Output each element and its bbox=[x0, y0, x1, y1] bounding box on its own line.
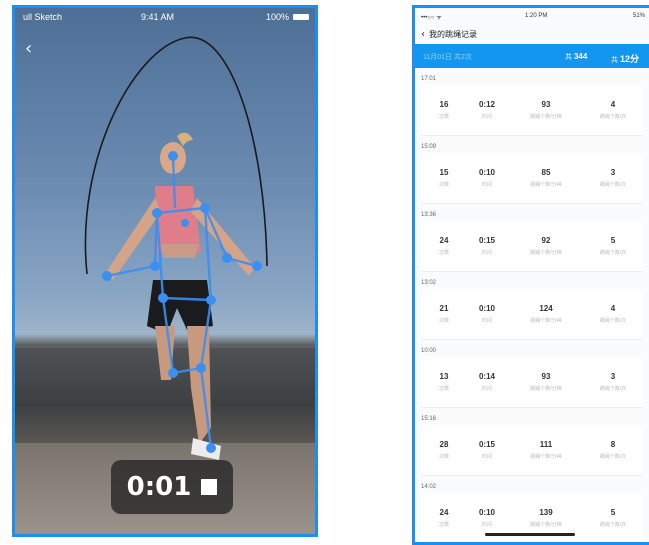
joint-knee-right bbox=[196, 363, 206, 373]
joint-shoulder-left bbox=[152, 208, 162, 218]
record-section: 17:01 16 次数 0:12 时间 93 跳绳个数/分钟 4 跳绳个数/次 bbox=[415, 68, 649, 136]
cell-per-jump: 4 跳绳个数/次 bbox=[599, 304, 627, 324]
section-time: 13:02 bbox=[421, 280, 437, 286]
record-row[interactable]: 16 次数 0:12 时间 93 跳绳个数/分钟 4 跳绳个数/次 bbox=[421, 85, 643, 136]
cell-duration: 0:15 时间 bbox=[478, 236, 495, 256]
cell-rate: 92 跳绳个数/分钟 bbox=[530, 236, 562, 256]
record-section: 13:36 24 次数 0:15 时间 92 跳绳个数/分钟 5 跳绳个数/次 bbox=[415, 204, 649, 272]
cell-duration: 0:14 时间 bbox=[478, 372, 495, 392]
cell-duration: 0:10 时间 bbox=[478, 168, 495, 188]
page-title: 我的跳绳记录 bbox=[429, 29, 477, 39]
record-section: 15:09 15 次数 0:10 时间 85 跳绳个数/分钟 3 跳绳个数/次 bbox=[415, 136, 649, 204]
stop-icon[interactable] bbox=[201, 479, 218, 495]
chevron-left-icon[interactable]: ‹ bbox=[421, 29, 425, 40]
joint-head bbox=[168, 151, 178, 161]
nav-bar: ‹ 我的跳绳记录 bbox=[415, 24, 649, 44]
joint-hip-left bbox=[158, 293, 168, 303]
record-row[interactable]: 28 次数 0:15 时间 111 跳绳个数/分钟 8 跳绳个数/次 bbox=[421, 425, 643, 476]
athlete-figure bbox=[105, 132, 255, 460]
record-section: 10:00 13 次数 0:14 时间 93 跳绳个数/分钟 3 跳绳个数/次 bbox=[415, 340, 649, 408]
summary-total-count: 共 344 bbox=[565, 52, 588, 61]
record-row[interactable]: 21 次数 0:10 时间 124 跳绳个数/分钟 4 跳绳个数/次 bbox=[421, 289, 643, 340]
cell-count: 28 次数 bbox=[438, 440, 449, 460]
cell-rate: 85 跳绳个数/分钟 bbox=[530, 168, 562, 188]
joint-wrist-right bbox=[252, 261, 262, 271]
record-row[interactable]: 24 次数 0:10 时间 139 跳绳个数/分钟 5 跳绳个数/次 bbox=[421, 493, 643, 542]
cell-rate: 93 跳绳个数/分钟 bbox=[530, 100, 562, 120]
joint-shoulder-right bbox=[200, 203, 210, 213]
cell-rate: 124 跳绳个数/分钟 bbox=[530, 304, 562, 324]
pose-skeleton-overlay bbox=[84, 36, 268, 460]
elapsed-time: 0:01 bbox=[126, 472, 192, 502]
cell-duration: 0:10 时间 bbox=[478, 508, 495, 528]
joint-elbow-right bbox=[222, 253, 232, 263]
section-time: 14:02 bbox=[421, 484, 437, 490]
cell-per-jump: 5 跳绳个数/次 bbox=[599, 508, 627, 528]
cell-per-jump: 4 跳绳个数/次 bbox=[599, 100, 627, 120]
section-time: 17:01 bbox=[421, 76, 437, 82]
record-section: 13:02 21 次数 0:10 时间 124 跳绳个数/分钟 4 跳绳个数/次 bbox=[415, 272, 649, 340]
right-phone-screen: •••○○ ᯤ 1:20 PM 51% ‹ 我的跳绳记录 11月01日 共2次 … bbox=[412, 5, 649, 545]
cell-count: 15 次数 bbox=[438, 168, 449, 188]
cell-count: 13 次数 bbox=[438, 372, 449, 392]
cell-per-jump: 3 跳绳个数/次 bbox=[599, 372, 627, 392]
battery-percent: 51% bbox=[632, 13, 645, 19]
cell-duration: 0:15 时间 bbox=[478, 440, 495, 460]
cell-count: 24 次数 bbox=[438, 236, 449, 256]
timer-pill[interactable]: 0:01 bbox=[111, 460, 233, 514]
record-row[interactable]: 13 次数 0:14 时间 93 跳绳个数/分钟 3 跳绳个数/次 bbox=[421, 357, 643, 408]
section-time: 15:16 bbox=[421, 416, 437, 422]
record-list: 17:01 16 次数 0:12 时间 93 跳绳个数/分钟 4 跳绳个数/次 15:0… bbox=[415, 68, 649, 542]
record-row[interactable]: 24 次数 0:15 时间 92 跳绳个数/分钟 5 跳绳个数/次 bbox=[421, 221, 643, 272]
record-row[interactable]: 15 次数 0:10 时间 85 跳绳个数/分钟 3 跳绳个数/次 bbox=[421, 153, 643, 204]
carrier-label: •••○○ ᯤ bbox=[421, 15, 442, 21]
section-time: 13:36 bbox=[421, 212, 437, 218]
record-section: 15:16 28 次数 0:15 时间 111 跳绳个数/分钟 8 跳绳个数/次 bbox=[415, 408, 649, 476]
status-bar: •••○○ ᯤ 1:20 PM 51% bbox=[415, 8, 649, 24]
cell-count: 21 次数 bbox=[438, 304, 449, 324]
cell-per-jump: 8 跳绳个数/次 bbox=[599, 440, 627, 460]
joint-wrist-left bbox=[102, 271, 112, 281]
cell-count: 24 次数 bbox=[438, 508, 449, 528]
joint-ankle-right bbox=[206, 443, 216, 453]
status-time: 1:20 PM bbox=[525, 13, 548, 19]
joint-knee-left bbox=[168, 368, 178, 378]
cell-per-jump: 3 跳绳个数/次 bbox=[599, 168, 627, 188]
joint-hip-right bbox=[206, 295, 216, 305]
section-time: 10:00 bbox=[421, 348, 437, 354]
summary-date: 11月01日 共2次 bbox=[423, 54, 472, 61]
cell-rate: 93 跳绳个数/分钟 bbox=[530, 372, 562, 392]
cell-rate: 111 跳绳个数/分钟 bbox=[530, 440, 562, 460]
cell-rate: 139 跳绳个数/分钟 bbox=[530, 508, 562, 528]
section-time: 15:09 bbox=[421, 144, 437, 150]
cell-duration: 0:12 时间 bbox=[478, 100, 495, 120]
cell-per-jump: 5 跳绳个数/次 bbox=[599, 236, 627, 256]
cell-duration: 0:10 时间 bbox=[478, 304, 495, 324]
cell-count: 16 次数 bbox=[438, 100, 449, 120]
summary-total-time: 共 12分 bbox=[611, 54, 639, 64]
summary-bar: 11月01日 共2次 共 344 共 12分 bbox=[415, 44, 649, 68]
left-phone-screen: ull Sketch 9:41 AM 100% ‹ 0:01 bbox=[12, 5, 318, 537]
joint-elbow-left bbox=[150, 261, 160, 271]
home-indicator[interactable] bbox=[485, 533, 575, 536]
joint-chest bbox=[181, 219, 189, 227]
